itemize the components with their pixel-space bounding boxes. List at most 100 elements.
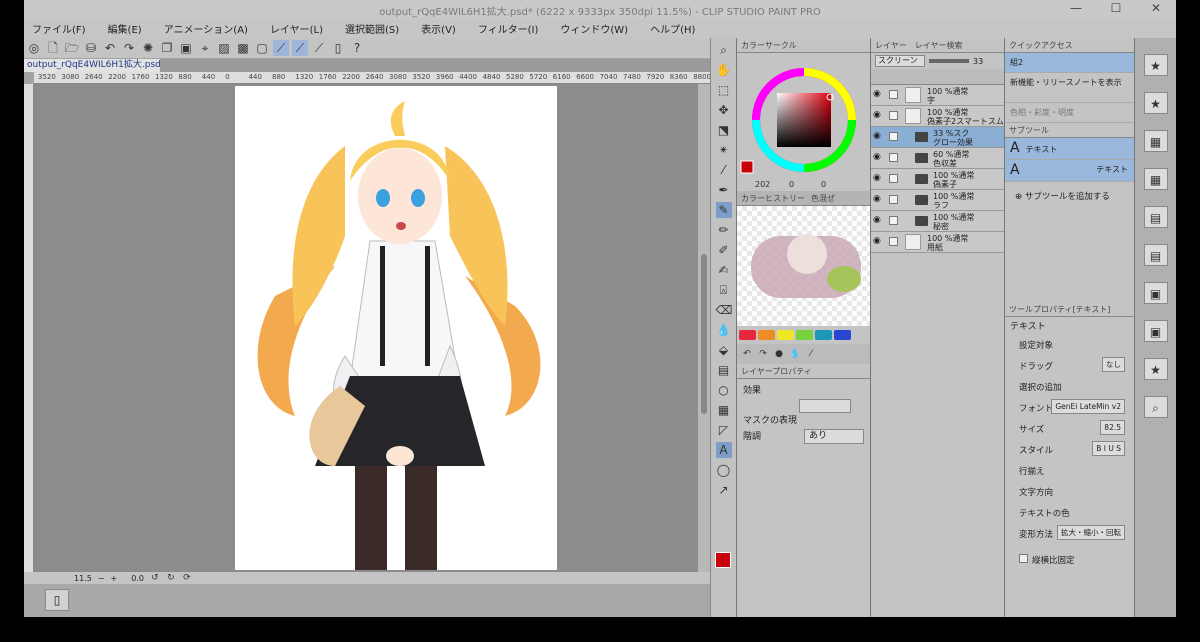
layer-row[interactable]: ◉ 100 %通常 ラフ bbox=[871, 190, 1004, 211]
blend-tool-icon[interactable]: 💧 bbox=[716, 322, 732, 338]
color-mixing-canvas[interactable] bbox=[737, 206, 870, 326]
menu-animation[interactable]: アニメーション(A) bbox=[164, 21, 248, 36]
undo-icon[interactable]: ↶ bbox=[102, 40, 118, 56]
fill-tool-icon[interactable]: ⬙ bbox=[716, 342, 732, 358]
quick-access-tab[interactable]: クイックアクセス bbox=[1005, 38, 1134, 53]
layer-row[interactable]: ◉ 60 %通常 色収差 bbox=[871, 148, 1004, 169]
green-swatch[interactable] bbox=[796, 330, 813, 340]
zoom-value[interactable]: 11.5 bbox=[74, 574, 92, 583]
hand-tool-icon[interactable]: ✋ bbox=[716, 62, 732, 78]
operation-tool-icon[interactable]: ⬚ bbox=[716, 82, 732, 98]
clip-studio-icon[interactable]: ◎ bbox=[26, 40, 42, 56]
layer-row[interactable]: ◉ 100 %通常 偽素子 bbox=[871, 169, 1004, 190]
keep-ratio-checkbox[interactable] bbox=[1019, 554, 1028, 563]
visibility-eye-icon[interactable]: ◉ bbox=[873, 236, 883, 246]
teal-swatch[interactable] bbox=[815, 330, 832, 340]
blend-color-icon[interactable]: 💧 bbox=[789, 348, 801, 360]
tone-select[interactable]: あり bbox=[804, 429, 864, 444]
minimize-button[interactable]: — bbox=[1056, 1, 1096, 17]
color-circle-tab[interactable]: カラーサークル bbox=[737, 38, 870, 53]
snap-special-ruler-icon[interactable]: ⟋ bbox=[292, 40, 308, 56]
layer-row[interactable]: ◉ 100 %通常 秘密 bbox=[871, 211, 1004, 232]
add-sub-tool-button[interactable]: ⊕ サブツールを追加する bbox=[1005, 182, 1134, 302]
sub-tool-item[interactable]: A テキスト bbox=[1005, 160, 1134, 182]
maximize-button[interactable]: ☐ bbox=[1096, 1, 1136, 17]
redo-icon[interactable]: ↷ bbox=[121, 40, 137, 56]
property-control[interactable]: なし bbox=[1102, 357, 1125, 372]
document-tab[interactable]: output_rQqE4WIL6H1拡大.psd* × bbox=[24, 59, 160, 72]
redo-color-icon[interactable]: ↷ bbox=[757, 348, 769, 360]
opacity-value[interactable]: 33 bbox=[973, 57, 983, 66]
snap-ruler-icon[interactable]: ⟋ bbox=[273, 40, 289, 56]
magnifier-tool-icon[interactable]: ⌕ bbox=[716, 42, 732, 58]
eyedropper-color-icon[interactable]: ⁄ bbox=[805, 348, 817, 360]
menu-selection[interactable]: 選択範囲(S) bbox=[345, 21, 399, 36]
airbrush-tool-icon[interactable]: ✐ bbox=[716, 242, 732, 258]
menu-view[interactable]: 表示(V) bbox=[421, 21, 456, 36]
menu-help[interactable]: ヘルプ(H) bbox=[650, 21, 695, 36]
copy-icon[interactable]: ❐ bbox=[159, 40, 175, 56]
reset-rotation-icon[interactable]: ⟳ bbox=[182, 573, 192, 583]
eraser-tool-icon[interactable]: ⌫ bbox=[716, 302, 733, 318]
frame-tool-icon[interactable]: ▦ bbox=[716, 402, 732, 418]
layer-row[interactable]: ◉ 100 %通常 用紙 bbox=[871, 232, 1004, 253]
hide-selection-icon[interactable]: ▢ bbox=[254, 40, 270, 56]
zoom-out-button[interactable]: − bbox=[98, 574, 105, 583]
eyedropper-tool-icon[interactable]: ⁄ bbox=[716, 162, 732, 178]
visibility-eye-icon[interactable]: ◉ bbox=[873, 215, 883, 225]
move-tool-icon[interactable]: ✥ bbox=[716, 102, 732, 118]
canvas-vertical-scrollbar[interactable] bbox=[698, 84, 710, 572]
new-file-icon[interactable]: 🗋 bbox=[45, 40, 61, 56]
color-history-tab[interactable]: カラーヒストリー bbox=[741, 191, 805, 205]
fill-icon[interactable]: ▩ bbox=[235, 40, 251, 56]
rotate-left-icon[interactable]: ↺ bbox=[150, 573, 160, 583]
decoration-tool-icon[interactable]: ✍ bbox=[716, 262, 732, 278]
selection-tool-icon[interactable]: ⬔ bbox=[716, 122, 732, 138]
menu-file[interactable]: ファイル(F) bbox=[32, 21, 86, 36]
canvas-info-button[interactable]: ▯ bbox=[45, 589, 69, 611]
material-icon[interactable]: ▦ bbox=[1143, 130, 1168, 152]
layer-checkbox[interactable] bbox=[889, 132, 898, 141]
layer-search-tab[interactable]: レイヤー検索 bbox=[915, 38, 963, 52]
rotate-right-icon[interactable]: ↻ bbox=[166, 573, 176, 583]
quick-access-item[interactable]: 新機能・リリースノートを表示 bbox=[1005, 73, 1134, 103]
blend-mode-select[interactable]: スクリーン bbox=[875, 55, 925, 67]
auto-select-tool-icon[interactable]: ✴ bbox=[716, 142, 732, 158]
rotation-value[interactable]: 0.0 bbox=[131, 574, 144, 583]
document-icon[interactable]: ▤ bbox=[1143, 244, 1168, 266]
layer-property-tab[interactable]: レイヤープロパティ bbox=[737, 364, 870, 379]
brush-tool-icon[interactable]: ✎ bbox=[715, 202, 732, 218]
tool-property-tab[interactable]: ツールプロパティ[テキスト] bbox=[1005, 302, 1134, 317]
red-swatch[interactable] bbox=[739, 330, 756, 340]
transform-icon[interactable]: ⌖ bbox=[197, 40, 213, 56]
quick-access-set[interactable]: 組2 bbox=[1005, 53, 1134, 73]
blue-swatch[interactable] bbox=[834, 330, 851, 340]
layer-checkbox[interactable] bbox=[889, 174, 898, 183]
yellow-swatch[interactable] bbox=[777, 330, 794, 340]
snap-grid-icon[interactable]: ⟋ bbox=[311, 40, 327, 56]
favorite-icon[interactable]: ★ bbox=[1143, 92, 1168, 114]
ruler-tool-icon[interactable]: ◸ bbox=[716, 422, 732, 438]
layer-row[interactable]: ◉ 100 %通常字 bbox=[871, 85, 1004, 106]
menu-window[interactable]: ウィンドウ(W) bbox=[560, 21, 628, 36]
layer-checkbox[interactable] bbox=[889, 90, 898, 99]
gallery-icon[interactable]: ▣ bbox=[1143, 282, 1168, 304]
visibility-eye-icon[interactable]: ◉ bbox=[873, 131, 883, 141]
balloon-tool-icon[interactable]: ◯ bbox=[716, 462, 732, 478]
canvas-paper[interactable] bbox=[235, 86, 557, 570]
menu-filter[interactable]: フィルター(I) bbox=[478, 21, 539, 36]
layer-checkbox[interactable] bbox=[889, 237, 898, 246]
menu-layer[interactable]: レイヤー(L) bbox=[270, 21, 323, 36]
orange-swatch[interactable] bbox=[758, 330, 775, 340]
property-control[interactable]: 拡大・縮小・回転 bbox=[1057, 525, 1125, 540]
clear-icon[interactable]: ▨ bbox=[216, 40, 232, 56]
figure-tool-icon[interactable]: ○ bbox=[716, 382, 732, 398]
material-icon[interactable]: ▦ bbox=[1143, 168, 1168, 190]
brush-color-icon[interactable]: ● bbox=[773, 348, 785, 360]
visibility-eye-icon[interactable]: ◉ bbox=[873, 152, 883, 162]
document-icon[interactable]: ▤ bbox=[1143, 206, 1168, 228]
layer-checkbox[interactable] bbox=[889, 111, 898, 120]
visibility-eye-icon[interactable]: ◉ bbox=[873, 110, 883, 120]
layer-checkbox[interactable] bbox=[889, 195, 898, 204]
sub-tool-tab[interactable]: サブツール bbox=[1005, 123, 1134, 138]
